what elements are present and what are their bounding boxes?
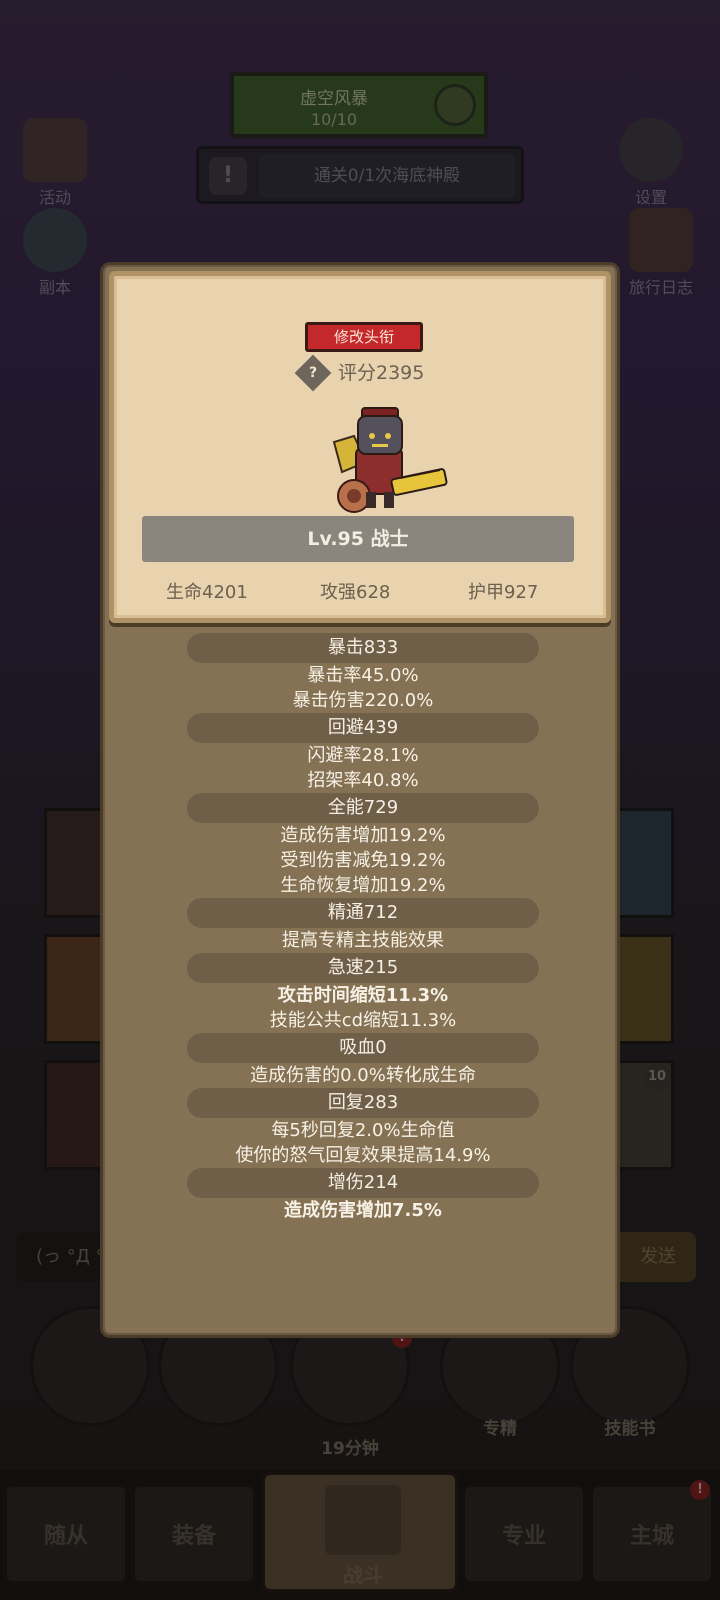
stat-group-damage-increase: 增伤214 造成伤害增加7.5% (103, 1168, 623, 1223)
secondary-stats-list: 暴击833 暴击率45.0% 暴击伤害220.0% 回避439 闪避率28.1%… (103, 633, 623, 1223)
stat-detail: 造成伤害增加7.5% (284, 1200, 442, 1221)
stat-detail: 受到伤害减免19.2% (280, 850, 446, 871)
base-stat-attack-power: 攻强628 (320, 582, 391, 603)
stat-detail: 招架率40.8% (307, 770, 419, 791)
stat-header: 暴击833 (187, 633, 539, 663)
stat-group-crit: 暴击833 暴击率45.0% 暴击伤害220.0% (103, 633, 623, 713)
question-glyph: ? (308, 365, 318, 381)
stat-group-regen: 回复283 每5秒回复2.0%生命值 使你的怒气回复效果提高14.9% (103, 1088, 623, 1168)
stat-detail: 每5秒回复2.0%生命值 (271, 1120, 455, 1141)
stat-header: 精通712 (187, 898, 539, 928)
stat-detail: 造成伤害的0.0%转化成生命 (250, 1065, 476, 1086)
stat-header: 增伤214 (187, 1168, 539, 1198)
stat-header: 全能729 (187, 793, 539, 823)
warrior-avatar-icon (332, 407, 448, 513)
level-class-bar: Lv.95 战士 (142, 516, 574, 562)
stat-detail: 攻击时间缩短11.3% (277, 985, 449, 1006)
base-stat-armor: 护甲927 (468, 582, 539, 603)
stat-detail: 技能公共cd缩短11.3% (269, 1010, 457, 1031)
edit-title-button[interactable]: 修改头衔 (305, 322, 423, 352)
stat-header: 吸血0 (187, 1033, 539, 1063)
base-stat-health: 生命4201 (166, 582, 248, 603)
score-label: 评分2395 (338, 362, 425, 384)
stat-detail: 生命恢复增加19.2% (280, 875, 446, 896)
stat-header: 回复283 (187, 1088, 539, 1118)
stat-group-lifesteal: 吸血0 造成伤害的0.0%转化成生命 (103, 1033, 623, 1088)
stat-group-haste: 急速215 攻击时间缩短11.3% 技能公共cd缩短11.3% (103, 953, 623, 1033)
profile-card: 修改头衔 ? 评分2395 Lv.95 战士 生命4201 攻强628 护甲92… (109, 271, 611, 623)
stat-group-versatility: 全能729 造成伤害增加19.2% 受到伤害减免19.2% 生命恢复增加19.2… (103, 793, 623, 898)
character-stats-modal: 修改头衔 ? 评分2395 Lv.95 战士 生命4201 攻强628 护甲92… (100, 262, 620, 1338)
stat-group-mastery: 精通712 提高专精主技能效果 (103, 898, 623, 953)
stat-detail: 提高专精主技能效果 (282, 930, 444, 951)
stat-detail: 暴击率45.0% (307, 665, 419, 686)
stat-header: 回避439 (187, 713, 539, 743)
stat-detail: 使你的怒气回复效果提高14.9% (235, 1145, 491, 1166)
stat-detail: 暴击伤害220.0% (292, 690, 434, 711)
stat-header: 急速215 (187, 953, 539, 983)
stat-group-avoidance: 回避439 闪避率28.1% 招架率40.8% (103, 713, 623, 793)
stat-detail: 闪避率28.1% (307, 745, 419, 766)
stat-detail: 造成伤害增加19.2% (280, 825, 446, 846)
